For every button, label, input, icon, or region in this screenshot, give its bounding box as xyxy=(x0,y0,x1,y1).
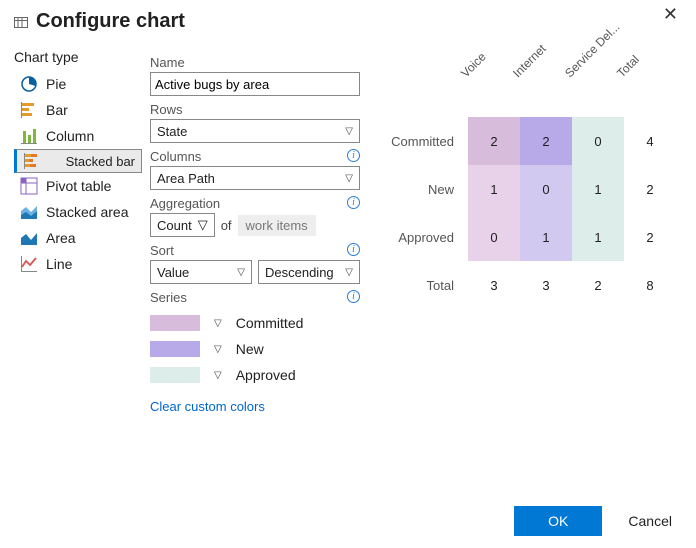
preview-cell: 1 xyxy=(572,213,624,261)
clear-colors-link[interactable]: Clear custom colors xyxy=(150,399,265,414)
aggregation-label: Aggregation i xyxy=(150,196,360,211)
chart-type-area[interactable]: Area xyxy=(14,225,142,251)
rows-label: Rows xyxy=(150,102,360,117)
chart-type-label: Column xyxy=(46,128,94,144)
preview-row-header: Committed xyxy=(390,117,468,165)
preview-cell: 0 xyxy=(520,165,572,213)
preview-cell: 2 xyxy=(624,213,676,261)
info-icon[interactable]: i xyxy=(347,290,360,303)
dialog-title: Configure chart xyxy=(36,10,185,33)
dialog-icon xyxy=(14,15,28,29)
info-icon[interactable]: i xyxy=(347,196,360,209)
chart-type-heading: Chart type xyxy=(14,49,142,65)
preview-cell: 2 xyxy=(572,261,624,309)
chart-type-pie[interactable]: Pie xyxy=(14,71,142,97)
series-item-label: Approved xyxy=(236,367,296,383)
sort-field-select[interactable]: Value ▽ xyxy=(150,260,252,284)
preview-row-header: Total xyxy=(390,261,468,309)
chart-type-label: Stacked area xyxy=(46,204,129,220)
rows-select[interactable]: State ▽ xyxy=(150,119,360,143)
preview-cell: 1 xyxy=(468,165,520,213)
series-label: Series i xyxy=(150,290,360,305)
aggregation-select[interactable]: Count ▽ xyxy=(150,213,215,237)
sort-label: Sort i xyxy=(150,243,360,258)
chart-type-label: Pivot table xyxy=(46,178,111,194)
series-swatch[interactable] xyxy=(150,315,200,331)
chart-type-stacked-area[interactable]: Stacked area xyxy=(14,199,142,225)
chart-type-label: Pie xyxy=(46,76,66,92)
info-icon[interactable]: i xyxy=(347,243,360,256)
chart-type-column[interactable]: Column xyxy=(14,123,142,149)
preview-row-header: New xyxy=(390,165,468,213)
chevron-down-icon: ▽ xyxy=(237,267,245,278)
info-icon[interactable]: i xyxy=(347,149,360,162)
config-form: Name Rows State ▽ Columns i Area Path ▽ … xyxy=(150,49,360,416)
sort-dir-select[interactable]: Descending ▽ xyxy=(258,260,360,284)
name-input[interactable] xyxy=(150,72,360,96)
chevron-down-icon: ▽ xyxy=(345,267,353,278)
name-label: Name xyxy=(150,55,360,70)
stacked-bar-icon xyxy=(23,152,41,170)
chart-type-pivot-table[interactable]: Pivot table xyxy=(14,173,142,199)
preview-cell: 4 xyxy=(624,117,676,165)
chart-type-line[interactable]: Line xyxy=(14,251,142,277)
column-icon xyxy=(20,127,38,145)
preview-cell: 3 xyxy=(468,261,520,309)
stacked-area-icon xyxy=(20,203,38,221)
chevron-down-icon: ▽ xyxy=(198,217,208,233)
chart-type-stacked-bar[interactable]: Stacked bar xyxy=(14,149,142,173)
rows-value: State xyxy=(157,124,187,139)
aggregation-target: work items xyxy=(238,215,316,236)
columns-value: Area Path xyxy=(157,171,215,186)
cancel-button[interactable]: Cancel xyxy=(622,512,676,530)
preview-pane: Voice Internet Service Del... Total Comm… xyxy=(368,49,676,416)
chart-type-bar[interactable]: Bar xyxy=(14,97,142,123)
ok-button[interactable]: OK xyxy=(514,506,602,536)
preview-cell: 1 xyxy=(572,165,624,213)
series-item: ▽ New xyxy=(150,341,360,357)
series-swatch[interactable] xyxy=(150,341,200,357)
chevron-down-icon[interactable]: ▽ xyxy=(214,318,222,329)
pie-icon xyxy=(20,75,38,93)
chart-type-label: Stacked bar xyxy=(66,154,135,169)
pivot-table-icon xyxy=(20,177,38,195)
series-item: ▽ Committed xyxy=(150,315,360,331)
chart-type-sidebar: Chart type Pie xyxy=(14,49,142,416)
preview-cell: 2 xyxy=(520,117,572,165)
preview-cell: 1 xyxy=(520,213,572,261)
aggregation-of: of xyxy=(221,218,232,233)
chart-type-label: Bar xyxy=(46,102,68,118)
preview-cell: 2 xyxy=(624,165,676,213)
series-swatch[interactable] xyxy=(150,367,200,383)
preview-cell: 2 xyxy=(468,117,520,165)
chevron-down-icon: ▽ xyxy=(345,173,353,184)
chevron-down-icon: ▽ xyxy=(345,126,353,137)
preview-cell: 8 xyxy=(624,261,676,309)
chevron-down-icon[interactable]: ▽ xyxy=(214,344,222,355)
preview-cell: 3 xyxy=(520,261,572,309)
chart-type-label: Line xyxy=(46,256,72,272)
columns-select[interactable]: Area Path ▽ xyxy=(150,166,360,190)
series-item-label: New xyxy=(236,341,264,357)
area-icon xyxy=(20,229,38,247)
columns-label: Columns i xyxy=(150,149,360,164)
preview-col-header: Total xyxy=(596,52,661,117)
close-button[interactable]: ✕ xyxy=(663,4,678,25)
bar-icon xyxy=(20,101,38,119)
series-item-label: Committed xyxy=(236,315,304,331)
preview-row-header: Approved xyxy=(390,213,468,261)
preview-cell: 0 xyxy=(468,213,520,261)
line-icon xyxy=(20,255,38,273)
chart-type-label: Area xyxy=(46,230,76,246)
chevron-down-icon[interactable]: ▽ xyxy=(214,370,222,381)
preview-cell: 0 xyxy=(572,117,624,165)
series-item: ▽ Approved xyxy=(150,367,360,383)
